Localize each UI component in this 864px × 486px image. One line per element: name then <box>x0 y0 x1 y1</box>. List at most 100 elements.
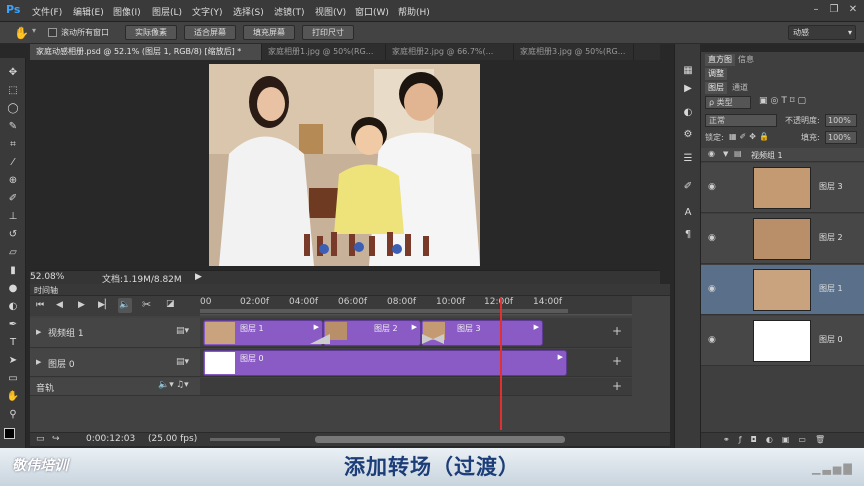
fill-screen-button[interactable]: 填充屏幕 <box>243 25 295 40</box>
timeline-scrollbar[interactable] <box>315 436 565 443</box>
print-size-button[interactable]: 打印尺寸 <box>302 25 354 40</box>
convert-icon[interactable]: ↪ <box>52 434 60 444</box>
scissors-icon[interactable]: ✂ <box>142 298 151 311</box>
speaker-icon[interactable]: 🔈▾ <box>158 380 174 390</box>
eye-icon[interactable]: ◉ <box>708 335 720 345</box>
path-select-icon[interactable]: ➤ <box>6 354 20 368</box>
workspace-select[interactable]: 动感 ▾ <box>788 25 856 40</box>
move-icon[interactable]: ✥ <box>6 66 20 80</box>
eye-icon[interactable]: ◉ <box>708 182 720 192</box>
zoom-icon[interactable]: ⚲ <box>6 408 20 422</box>
brush-preset-icon[interactable]: ✐ <box>681 180 695 194</box>
tab-family-album-psd[interactable]: 家庭动感相册.psd @ 52.1% (图层 1, RGB/8) [缩放后] * <box>30 44 262 60</box>
brush-icon[interactable]: ✐ <box>6 192 20 206</box>
track-header-layer0[interactable]: ▶ 图层 0 ▤▾ <box>30 349 200 377</box>
document-photo[interactable] <box>209 64 480 266</box>
track-menu-icon[interactable]: ▤▾ <box>176 357 189 367</box>
actual-pixels-button[interactable]: 实际像素 <box>125 25 177 40</box>
play-icon[interactable]: ▶ <box>78 300 85 310</box>
tab-album-3[interactable]: 家庭相册3.jpg @ 50%(RG... <box>514 44 634 60</box>
tab-channels[interactable]: 通道 <box>729 82 751 94</box>
healing-icon[interactable]: ⊕ <box>6 174 20 188</box>
prev-frame-icon[interactable]: ◀ <box>56 300 63 310</box>
clip-layer-2[interactable]: 图层 2 ▶ <box>323 320 421 346</box>
clip-layer-0[interactable]: 图层 0 ▶ <box>203 350 567 376</box>
stamp-icon[interactable]: ⊥ <box>6 210 20 224</box>
add-media-icon[interactable]: + <box>612 354 622 368</box>
layer-group-video[interactable]: ◉ ▼ ▤ 视频组 1 <box>701 148 864 162</box>
eyedropper-icon[interactable]: ⁄ <box>6 156 20 170</box>
fit-screen-button[interactable]: 适合屏幕 <box>184 25 236 40</box>
lasso-icon[interactable]: ◯ <box>6 102 20 116</box>
eye-icon[interactable]: ◉ <box>708 149 715 158</box>
tab-album-1[interactable]: 家庭相册1.jpg @ 50%(RG... <box>262 44 386 60</box>
add-media-icon[interactable]: + <box>612 379 622 393</box>
layer-filter-select[interactable]: ρ 类型 <box>705 96 751 109</box>
minimize-icon[interactable]: – <box>808 3 824 17</box>
lock-icons[interactable]: ▦✐✥🔒 <box>729 132 772 141</box>
layer-row-1[interactable]: ◉ 图层 1 <box>701 265 864 315</box>
adjust-icon[interactable]: ◐ <box>681 106 695 120</box>
transition-icon[interactable]: ◪ <box>166 299 175 309</box>
layer-row-3[interactable]: ◉ 图层 3 <box>701 163 864 213</box>
timeline-ruler[interactable]: 00 02:00f 04:00f 06:00f 08:00f 10:00f 12… <box>200 296 632 316</box>
first-frame-icon[interactable]: ⏮ <box>36 300 44 310</box>
close-icon[interactable]: ✕ <box>845 3 861 17</box>
opacity-input[interactable]: 100% <box>825 114 857 127</box>
track-header-video-group[interactable]: ▶ 视频组 1 ▤▾ <box>30 318 200 348</box>
expand-icon[interactable]: ▶ <box>36 328 41 336</box>
dodge-icon[interactable]: ◐ <box>6 300 20 314</box>
clip-layer-3[interactable]: 图层 3 ▶ <box>421 320 543 346</box>
layer-action-icons[interactable]: ⚭ƒ◘◐▣▭🗑 <box>723 435 834 444</box>
history-brush-icon[interactable]: ↺ <box>6 228 20 242</box>
clip-menu-icon[interactable]: ▶ <box>314 323 319 331</box>
playhead[interactable] <box>499 298 502 430</box>
timeline-title[interactable]: 时间轴 <box>34 285 58 296</box>
hand-icon[interactable]: ✋ <box>14 26 29 40</box>
maximize-icon[interactable]: ❐ <box>826 3 842 17</box>
menu-image[interactable]: 图像(I) <box>113 5 141 18</box>
render-icon[interactable]: ▭ <box>36 434 45 444</box>
eraser-icon[interactable]: ▱ <box>6 246 20 260</box>
marquee-icon[interactable]: ⬚ <box>6 84 20 98</box>
foreground-color-swatch[interactable] <box>4 428 15 439</box>
clip-layer-1[interactable]: 图层 1 ▶ <box>203 320 323 346</box>
histogram-icon[interactable]: ▦ <box>681 64 695 78</box>
character-icon[interactable]: A <box>681 206 695 220</box>
menu-layer[interactable]: 图层(L) <box>152 5 182 18</box>
type-icon[interactable]: T <box>6 336 20 350</box>
zoom-level[interactable]: 52.08% <box>30 272 64 282</box>
track-header-audio[interactable]: 音轨 🔈▾ ♫▾ <box>30 378 200 396</box>
work-area-bar[interactable] <box>200 309 568 313</box>
track-menu-icon[interactable]: ▤▾ <box>176 326 189 336</box>
eye-icon[interactable]: ◉ <box>708 284 720 294</box>
clip-menu-icon[interactable]: ▶ <box>558 353 563 361</box>
chevron-down-icon[interactable]: ▼ <box>723 150 728 158</box>
scroll-all-checkbox[interactable] <box>48 28 57 37</box>
shape-icon[interactable]: ▭ <box>6 372 20 386</box>
menu-view[interactable]: 视图(V) <box>315 5 346 18</box>
status-menu-icon[interactable]: ▶ <box>195 272 202 282</box>
eye-icon[interactable]: ◉ <box>708 233 720 243</box>
filter-icons[interactable]: ▣◎T⌑▢ <box>759 96 809 106</box>
tab-histogram[interactable]: 直方图 <box>705 54 735 66</box>
music-note-icon[interactable]: ♫▾ <box>176 380 189 390</box>
fill-input[interactable]: 100% <box>825 131 857 144</box>
menu-type[interactable]: 文字(Y) <box>192 5 223 18</box>
tab-layers[interactable]: 图层 <box>705 82 727 94</box>
tool-preset-icon[interactable]: ▾ <box>32 26 36 35</box>
clip-menu-icon[interactable]: ▶ <box>534 323 539 331</box>
gradient-icon[interactable]: ▮ <box>6 264 20 278</box>
blur-icon[interactable]: ● <box>6 282 20 296</box>
menu-window[interactable]: 窗口(W) <box>355 5 389 18</box>
layer-row-2[interactable]: ◉ 图层 2 <box>701 214 864 264</box>
speaker-icon[interactable]: 🔈 <box>118 298 132 313</box>
play-icon[interactable]: ▶ <box>681 82 695 96</box>
add-media-icon[interactable]: + <box>612 324 622 338</box>
menu-file[interactable]: 文件(F) <box>32 5 62 18</box>
expand-icon[interactable]: ▶ <box>36 358 41 366</box>
menu-filter[interactable]: 滤镜(T) <box>274 5 305 18</box>
menu-edit[interactable]: 编辑(E) <box>73 5 104 18</box>
zoom-slider[interactable] <box>210 438 280 441</box>
paragraph-icon[interactable]: ¶ <box>681 228 695 242</box>
